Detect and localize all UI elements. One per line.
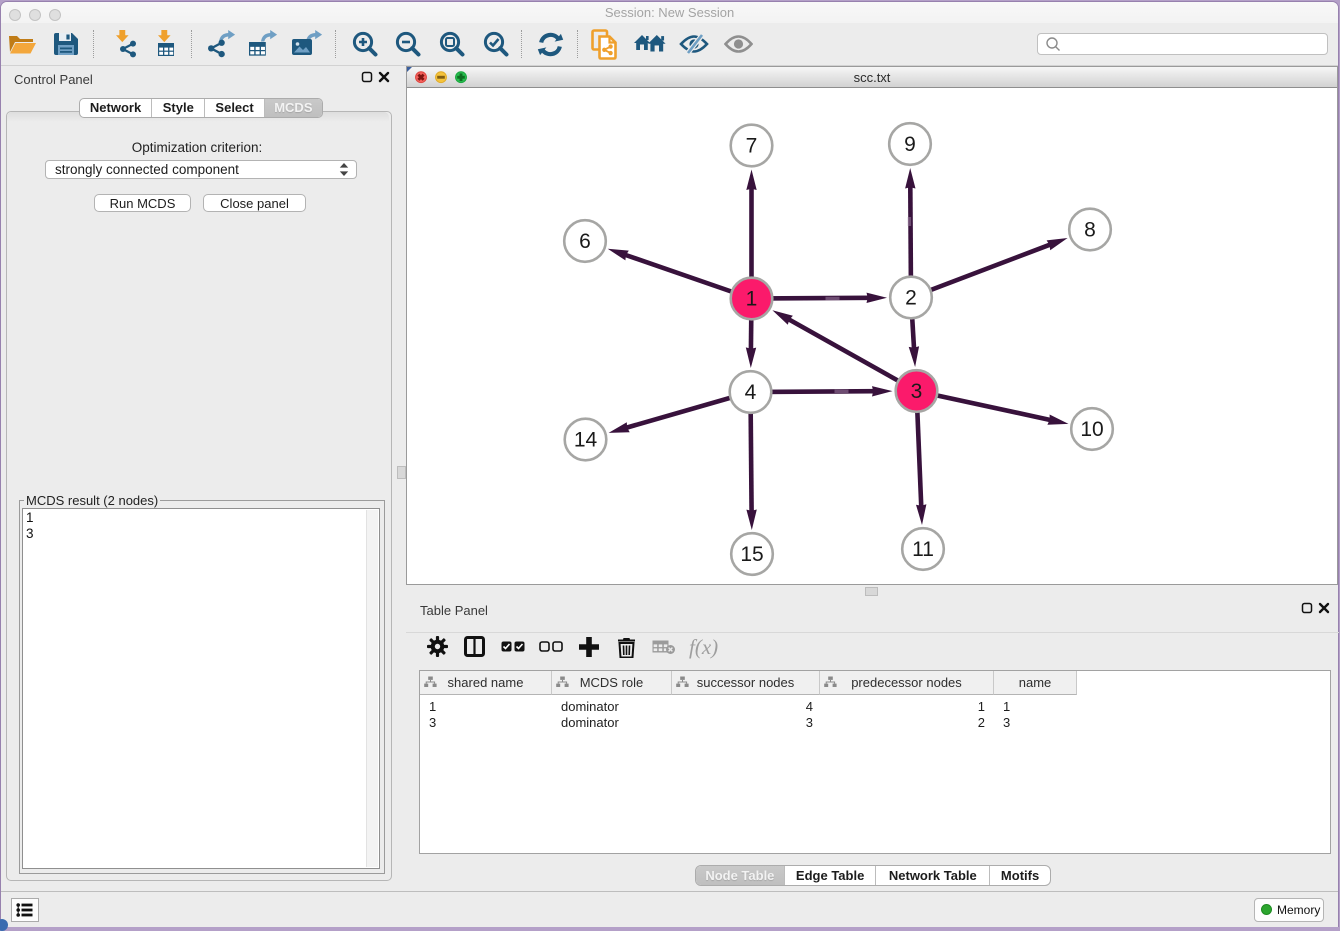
svg-text:4: 4 [745,381,757,404]
svg-text:15: 15 [740,543,763,566]
svg-text:7: 7 [746,135,758,158]
svg-text:1: 1 [746,288,758,311]
svg-text:3: 3 [911,380,923,403]
svg-text:6: 6 [579,230,591,253]
svg-text:10: 10 [1080,418,1103,441]
svg-text:2: 2 [905,287,917,310]
svg-text:11: 11 [912,538,934,561]
svg-text:14: 14 [574,429,598,452]
svg-text:9: 9 [904,133,916,156]
svg-text:8: 8 [1084,219,1096,242]
